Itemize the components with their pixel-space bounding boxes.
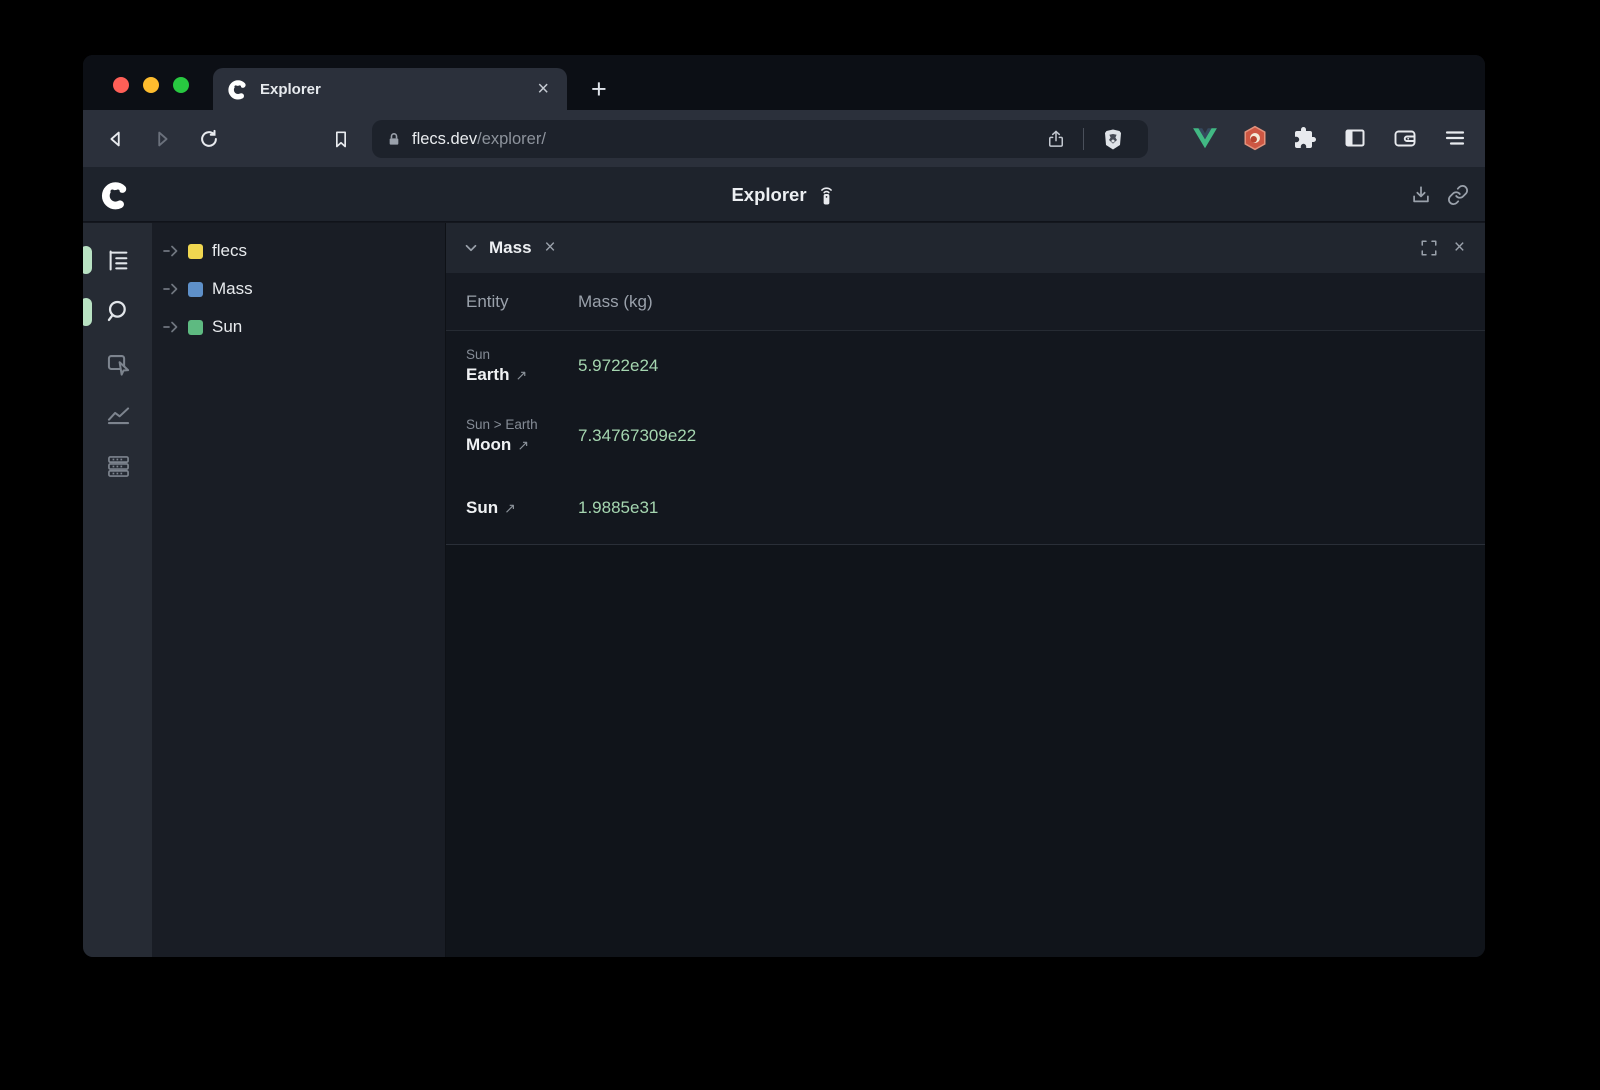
entity-link[interactable]: Moon↗ <box>466 435 578 455</box>
sidebar-item-inspector[interactable] <box>100 345 136 383</box>
vue-devtools-icon[interactable] <box>1189 122 1221 154</box>
inspector-icon <box>105 351 132 378</box>
fullscreen-icon[interactable] <box>1420 239 1438 257</box>
url-path: /explorer/ <box>477 130 546 149</box>
bookmark-icon[interactable] <box>326 124 356 154</box>
entity-color-square <box>188 244 203 259</box>
minimize-window-button[interactable] <box>143 77 159 93</box>
copy-link-icon[interactable] <box>1447 184 1469 206</box>
search-icon <box>105 298 132 325</box>
brave-shields-icon[interactable] <box>1092 127 1134 151</box>
mass-value: 5.9722e24 <box>578 356 658 376</box>
browser-window: Explorer × + flecs.dev/explorer/ <box>83 55 1485 957</box>
entity-parent-path: Sun <box>466 347 578 362</box>
tab-title: Explorer <box>260 81 522 98</box>
tree-view-icon <box>105 247 132 274</box>
address-bar[interactable]: flecs.dev/explorer/ <box>372 120 1148 158</box>
tab-close-icon[interactable]: × <box>533 78 553 101</box>
flecs-favicon <box>227 78 249 100</box>
expand-arrow-icon[interactable] <box>163 283 179 295</box>
new-tab-button[interactable]: + <box>583 71 615 107</box>
extensions-puzzle-icon[interactable] <box>1289 122 1321 154</box>
reload-button[interactable] <box>194 124 224 154</box>
page-title: Explorer <box>731 184 806 206</box>
sidebar-item-search[interactable] <box>100 292 136 330</box>
content-area: flecs Mass Sun <box>83 223 1485 957</box>
browser-toolbar: flecs.dev/explorer/ <box>83 110 1485 167</box>
sidebar-item-tree-view[interactable] <box>100 241 136 279</box>
extensions-row <box>1189 122 1471 154</box>
stats-chart-icon <box>105 400 132 427</box>
sidebar-toggle-icon[interactable] <box>1339 122 1371 154</box>
entity-link-arrow-icon: ↗ <box>517 437 529 453</box>
window-controls <box>113 77 189 93</box>
app-header: Explorer <box>83 167 1485 222</box>
left-icon-strip <box>83 223 152 957</box>
url-host: flecs.dev <box>412 130 477 149</box>
hexagon-extension-icon[interactable] <box>1239 122 1271 154</box>
tree-item-flecs[interactable]: flecs <box>152 232 445 270</box>
column-header-value: Mass (kg) <box>578 292 653 312</box>
chevron-down-icon[interactable] <box>462 239 480 257</box>
query-panel: Mass × × Entity Mass (kg) Sun Earth↗ <box>445 223 1485 957</box>
query-results-table: Sun Earth↗ 5.9722e24 Sun > Earth Moon↗ 7… <box>446 331 1485 545</box>
query-panel-header: Mass × × <box>446 223 1485 273</box>
share-icon[interactable] <box>1037 129 1075 149</box>
browser-tab-explorer[interactable]: Explorer × <box>213 68 567 110</box>
entity-link-arrow-icon: ↗ <box>504 500 516 516</box>
mass-value: 7.34767309e22 <box>578 426 696 446</box>
query-title: Mass <box>489 238 532 258</box>
remote-connection-icon[interactable] <box>816 183 837 207</box>
sidebar-item-stats[interactable] <box>100 394 136 432</box>
entity-link-arrow-icon: ↗ <box>515 367 527 383</box>
entity-parent-path: Sun > Earth <box>466 417 578 432</box>
expand-arrow-icon[interactable] <box>163 321 179 333</box>
panel-indicator-pill-bottom[interactable] <box>83 298 92 326</box>
tab-bar: Explorer × + <box>83 55 1485 110</box>
mass-value: 1.9885e31 <box>578 498 658 518</box>
zoom-window-button[interactable] <box>173 77 189 93</box>
table-row[interactable]: Sun > Earth Moon↗ 7.34767309e22 <box>446 401 1485 471</box>
tree-item-label: Sun <box>212 317 242 337</box>
back-button[interactable] <box>101 124 131 154</box>
wallet-icon[interactable] <box>1389 122 1421 154</box>
download-icon[interactable] <box>1410 184 1432 206</box>
close-window-button[interactable] <box>113 77 129 93</box>
memory-rows-icon <box>105 453 132 480</box>
tree-item-mass[interactable]: Mass <box>152 270 445 308</box>
sidebar-item-memory[interactable] <box>100 447 136 485</box>
forward-button[interactable] <box>147 124 177 154</box>
table-row[interactable]: Sun Earth↗ 5.9722e24 <box>446 331 1485 401</box>
panel-close-icon[interactable]: × <box>1454 237 1465 259</box>
entity-tree-panel: flecs Mass Sun <box>152 223 445 957</box>
table-header-row: Entity Mass (kg) <box>446 273 1485 331</box>
entity-color-square <box>188 320 203 335</box>
tree-item-label: Mass <box>212 279 253 299</box>
entity-link[interactable]: Earth↗ <box>466 365 578 385</box>
entity-color-square <box>188 282 203 297</box>
query-close-icon[interactable]: × <box>545 237 556 259</box>
panel-indicator-pill-top[interactable] <box>83 246 92 274</box>
toolbar-divider <box>1083 128 1084 150</box>
entity-link[interactable]: Sun↗ <box>466 498 578 518</box>
lock-icon <box>386 131 402 147</box>
column-header-entity: Entity <box>446 292 578 312</box>
expand-arrow-icon[interactable] <box>163 245 179 257</box>
table-row[interactable]: Sun↗ 1.9885e31 <box>446 471 1485 544</box>
tree-item-label: flecs <box>212 241 247 261</box>
tree-item-sun[interactable]: Sun <box>152 308 445 346</box>
browser-menu-icon[interactable] <box>1439 122 1471 154</box>
